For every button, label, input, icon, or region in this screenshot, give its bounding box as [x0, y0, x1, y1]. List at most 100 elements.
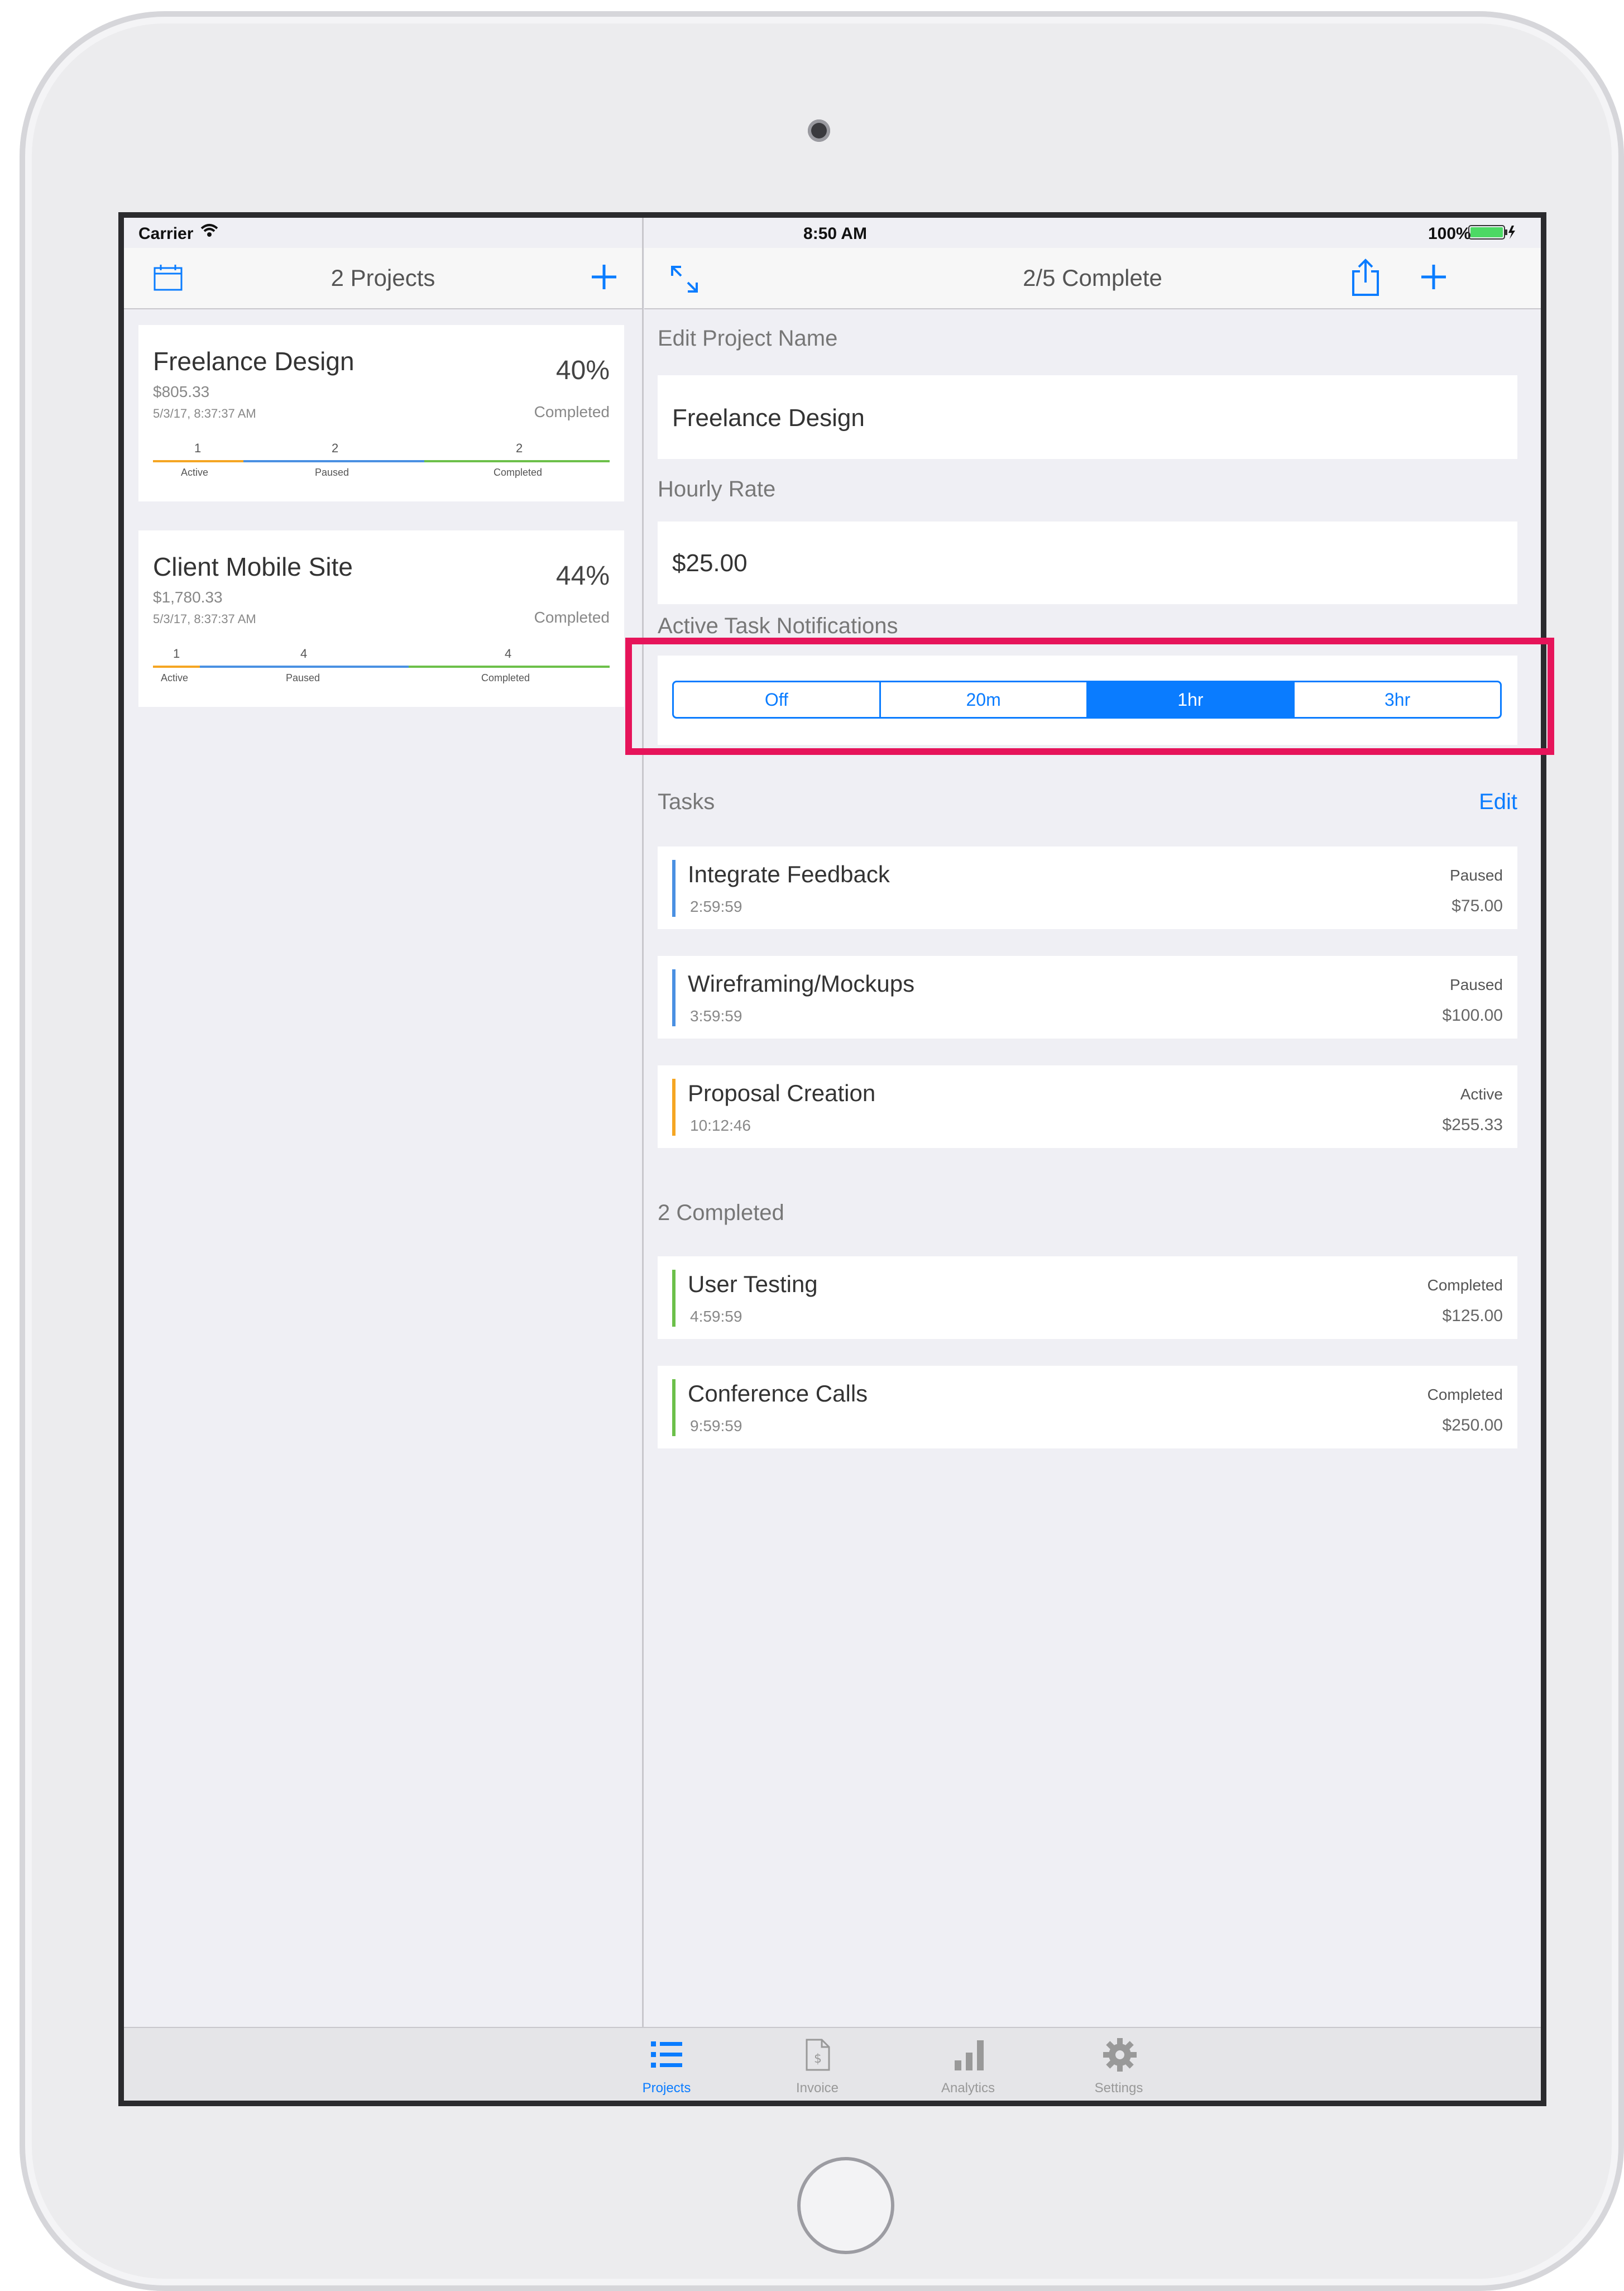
task-amount: $125.00	[1442, 1307, 1503, 1325]
gear-icon	[1102, 2037, 1138, 2075]
task-status: Active	[1460, 1085, 1503, 1103]
active-progress-bar	[153, 460, 243, 462]
project-amount: $1,780.33	[153, 589, 223, 606]
hourly-rate-value: $25.00	[672, 549, 748, 577]
project-amount: $805.33	[153, 383, 210, 400]
completed-progress-bar	[409, 666, 610, 668]
completed-count: 4	[505, 647, 512, 661]
invoice-icon: $	[805, 2038, 831, 2074]
hourly-rate-label: Hourly Rate	[658, 477, 776, 501]
project-name: Client Mobile Site	[153, 552, 353, 581]
paused-count: 4	[300, 647, 308, 661]
status-bar: Carrier 8:50 AM 100%	[124, 218, 1541, 248]
task-amount: $255.33	[1442, 1116, 1503, 1134]
task-name: Integrate Feedback	[688, 861, 890, 887]
task-name: User Testing	[688, 1271, 818, 1297]
completed-section-label: 2 Completed	[658, 1200, 784, 1225]
front-camera	[808, 119, 830, 142]
project-detail-pane: Edit Project Name Freelance Design Hourl…	[644, 309, 1541, 2027]
completed-task-row[interactable]: User Testing 4:59:59 Completed $125.00	[658, 1256, 1517, 1339]
project-name-field[interactable]: Freelance Design	[658, 375, 1517, 459]
project-card[interactable]: Freelance Design $805.33 5/3/17, 8:37:37…	[138, 325, 624, 501]
task-time: 10:12:46	[690, 1117, 751, 1134]
task-time: 3:59:59	[690, 1007, 742, 1025]
project-percent-label: Completed	[534, 609, 610, 626]
project-card[interactable]: Client Mobile Site $1,780.33 5/3/17, 8:3…	[138, 530, 624, 707]
project-name-value: Freelance Design	[672, 404, 865, 432]
task-amount: $75.00	[1451, 897, 1503, 915]
paused-progress-bar	[200, 666, 409, 668]
project-date: 5/3/17, 8:37:37 AM	[153, 406, 256, 420]
task-status-bar	[672, 1379, 676, 1436]
project-percent: 40%	[555, 356, 610, 385]
expand-icon[interactable]	[669, 264, 700, 298]
completed-count: 2	[516, 441, 523, 455]
task-status-bar	[672, 1079, 676, 1136]
paused-label: Paused	[286, 672, 320, 683]
tab-projects[interactable]: Projects	[611, 2028, 722, 2101]
task-status-bar	[672, 860, 676, 917]
paused-label: Paused	[315, 467, 349, 478]
tab-bar: Projects $ Invoice Analytics Settings	[124, 2027, 1541, 2101]
detail-nav-bar: 2/5 Complete	[644, 248, 1541, 309]
paused-count: 2	[332, 441, 339, 455]
tasks-section-label: Tasks	[658, 790, 715, 814]
app-screen: Carrier 8:50 AM 100% 2 Projects 2/5 Comp…	[118, 212, 1546, 2106]
hourly-rate-field[interactable]: $25.00	[658, 522, 1517, 604]
active-count: 1	[173, 647, 180, 661]
tab-label: Projects	[642, 2080, 691, 2096]
task-time: 2:59:59	[690, 898, 742, 915]
project-percent: 44%	[555, 561, 610, 591]
task-status: Paused	[1450, 867, 1503, 884]
split-divider	[642, 218, 644, 2027]
project-date: 5/3/17, 8:37:37 AM	[153, 612, 256, 626]
completed-progress-bar	[424, 460, 610, 462]
highlight-annotation	[625, 638, 1554, 755]
bar-chart-icon	[952, 2038, 986, 2074]
completed-label: Completed	[494, 467, 543, 478]
active-label: Active	[161, 672, 189, 683]
project-name: Freelance Design	[153, 347, 354, 376]
svg-text:$: $	[814, 2052, 822, 2066]
tab-label: Invoice	[796, 2080, 839, 2096]
add-task-icon[interactable]	[1419, 262, 1448, 294]
projects-nav-bar: 2 Projects	[124, 248, 642, 309]
list-icon	[650, 2039, 683, 2073]
task-status-bar	[672, 969, 676, 1026]
project-percent-label: Completed	[534, 403, 610, 420]
active-progress-bar	[153, 666, 200, 668]
task-status: Completed	[1427, 1386, 1503, 1403]
task-time: 9:59:59	[690, 1417, 742, 1434]
home-button[interactable]	[797, 2157, 894, 2254]
tab-label: Analytics	[941, 2080, 995, 2096]
calendar-icon[interactable]	[153, 264, 183, 294]
task-time: 4:59:59	[690, 1308, 742, 1325]
task-status: Paused	[1450, 976, 1503, 993]
tab-analytics[interactable]: Analytics	[912, 2028, 1024, 2101]
battery-icon	[1468, 224, 1518, 245]
wifi-icon	[200, 223, 219, 242]
active-count: 1	[194, 441, 202, 455]
add-project-icon[interactable]	[590, 262, 619, 294]
task-row[interactable]: Wireframing/Mockups 3:59:59 Paused $100.…	[658, 956, 1517, 1039]
task-row[interactable]: Integrate Feedback 2:59:59 Paused $75.00	[658, 846, 1517, 929]
share-icon[interactable]	[1350, 258, 1381, 300]
task-row[interactable]: Proposal Creation 10:12:46 Active $255.3…	[658, 1065, 1517, 1148]
edit-project-name-label: Edit Project Name	[658, 326, 838, 351]
task-amount: $100.00	[1442, 1006, 1503, 1025]
tab-invoice[interactable]: $ Invoice	[761, 2028, 873, 2101]
tab-settings[interactable]: Settings	[1063, 2028, 1175, 2101]
active-label: Active	[181, 467, 209, 478]
notifications-label: Active Task Notifications	[658, 614, 898, 638]
completed-task-row[interactable]: Conference Calls 9:59:59 Completed $250.…	[658, 1366, 1517, 1448]
tab-label: Settings	[1094, 2080, 1143, 2096]
paused-progress-bar	[243, 460, 424, 462]
task-name: Proposal Creation	[688, 1080, 876, 1106]
task-name: Wireframing/Mockups	[688, 970, 915, 997]
completion-title: 2/5 Complete	[1023, 265, 1162, 291]
task-amount: $250.00	[1442, 1416, 1503, 1434]
projects-title: 2 Projects	[330, 265, 435, 291]
completed-label: Completed	[481, 672, 530, 683]
edit-tasks-button[interactable]: Edit	[1479, 790, 1517, 815]
status-time: 8:50 AM	[803, 224, 867, 243]
